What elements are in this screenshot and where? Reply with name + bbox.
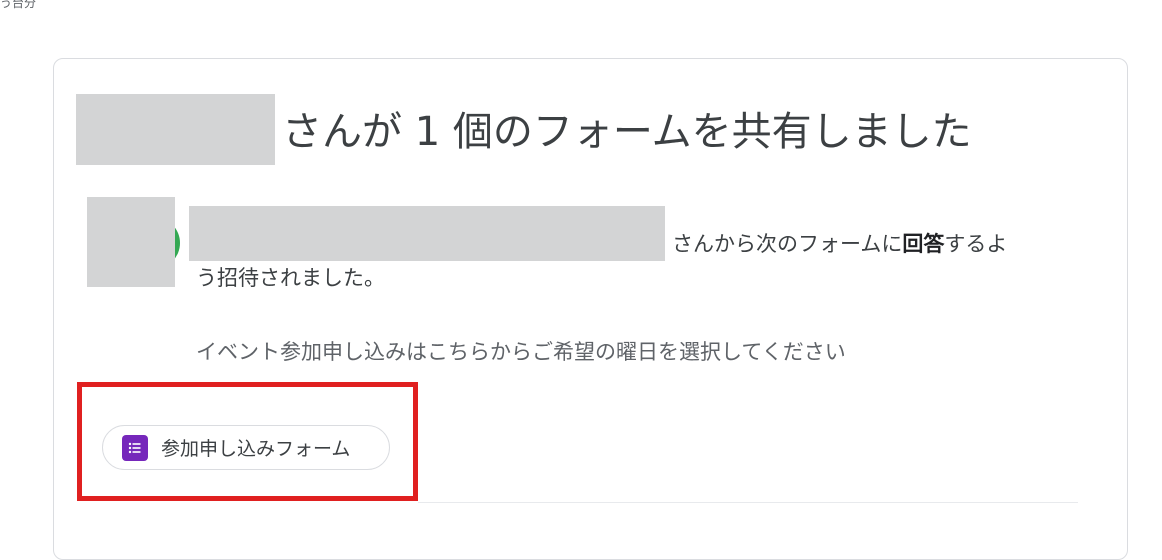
sender-avatar — [87, 197, 175, 287]
invite-text-suffix: するよ — [944, 232, 1008, 256]
form-button-label: 参加申し込みフォーム — [161, 438, 351, 460]
divider — [418, 502, 1078, 503]
invite-text-bold: 回答 — [902, 232, 945, 256]
redacted-sender-name — [76, 94, 275, 165]
share-heading: さんが 1 個のフォームを共有しました — [282, 109, 972, 155]
invite-message-line2: う招待されました。 — [196, 266, 385, 290]
invite-text-prefix: さんから次のフォームに — [672, 232, 903, 256]
google-forms-icon — [122, 434, 148, 461]
partial-header-text: う台分 — [0, 0, 37, 10]
invite-message-line1: さんから次のフォームに回答するよ — [672, 228, 1007, 260]
open-form-button[interactable]: 参加申し込みフォーム — [102, 425, 390, 470]
redacted-sender-email — [189, 206, 665, 261]
form-description: イベント参加申し込みはこちらからご希望の曜日を選択してください — [196, 340, 846, 364]
